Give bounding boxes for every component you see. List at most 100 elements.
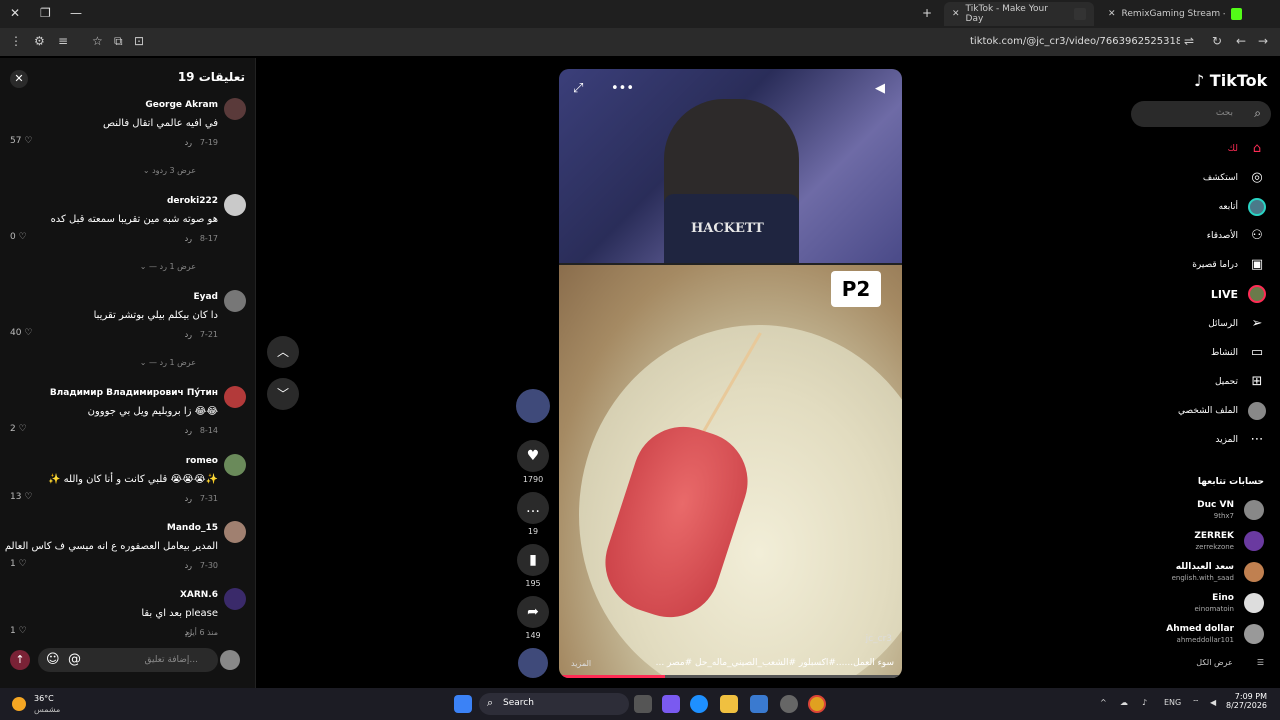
- fullscreen-icon[interactable]: ⤢: [573, 81, 583, 96]
- avatar[interactable]: [224, 454, 246, 476]
- taskbar-search[interactable]: ⌕ Search: [479, 693, 629, 715]
- heart-icon[interactable]: ♡: [24, 492, 32, 502]
- comment-user[interactable]: Eyad: [193, 292, 218, 302]
- previous-video-button[interactable]: ︿: [267, 336, 299, 368]
- sidebar-item-friends[interactable]: الأصدقاء ⚇: [1207, 225, 1266, 247]
- avatar[interactable]: [224, 588, 246, 610]
- copilot-icon[interactable]: [662, 695, 680, 713]
- comment-user[interactable]: romeo: [186, 456, 218, 466]
- close-comments-button[interactable]: ✕: [10, 70, 28, 88]
- tab-close-icon[interactable]: ✕: [952, 9, 960, 19]
- sidebar-item-live[interactable]: LIVE: [1211, 283, 1266, 305]
- bookmark-icon[interactable]: ▮: [517, 544, 549, 576]
- site-settings-icon[interactable]: ⇌: [1184, 34, 1194, 48]
- comment-input[interactable]: ☺ @ إضافة تعليق...: [38, 648, 218, 672]
- next-video-button[interactable]: ﹀: [267, 378, 299, 410]
- comment-bubble-icon[interactable]: …: [517, 492, 549, 524]
- reload-icon[interactable]: ↻: [1212, 34, 1222, 48]
- comment-likes[interactable]: 1 ♡: [10, 626, 27, 636]
- comment-user[interactable]: XARN.6: [180, 590, 218, 600]
- settings-icon[interactable]: ⚙: [34, 34, 45, 48]
- clock[interactable]: 7:09 PM 8/27/2026: [1226, 692, 1267, 710]
- like-button[interactable]: ♥ 1790: [516, 440, 550, 484]
- reply-button[interactable]: رد: [185, 426, 192, 435]
- store-icon[interactable]: [750, 695, 768, 713]
- comment-user[interactable]: Mando_15: [167, 523, 218, 533]
- progress-bar[interactable]: [559, 675, 902, 678]
- sidebar-item-messages[interactable]: الرسائل ➢: [1208, 313, 1266, 335]
- comment-likes[interactable]: 57 ♡: [10, 136, 32, 146]
- forward-icon[interactable]: →: [1258, 34, 1268, 48]
- minimize-window-icon[interactable]: —: [70, 6, 82, 20]
- following-account[interactable]: سعد العبدالله english.with_saad: [1144, 562, 1264, 586]
- tiktok-logo[interactable]: ♪ TikTok: [1194, 71, 1267, 90]
- following-account[interactable]: Eino einomatoin: [1144, 593, 1264, 617]
- share-button[interactable]: ➦ 149: [516, 596, 550, 640]
- sidebar-item-explore[interactable]: استكشف ◎: [1203, 167, 1266, 189]
- sidebar-item-upload[interactable]: تحميل ⊞: [1215, 371, 1266, 393]
- send-comment-button[interactable]: ↑: [10, 650, 30, 670]
- close-window-icon[interactable]: ✕: [10, 6, 20, 20]
- comment-user[interactable]: Владимир Владимирович Пу́тин: [50, 388, 218, 398]
- install-icon[interactable]: ⊡: [134, 34, 144, 48]
- sidebar-item-profile[interactable]: الملف الشخصي: [1178, 400, 1266, 422]
- wifi-icon[interactable]: ⌔: [1192, 698, 1200, 708]
- following-account[interactable]: Duc VN 9thx7: [1144, 500, 1264, 524]
- sidebar-item-more[interactable]: المزيد ⋯: [1215, 429, 1266, 451]
- comment-likes[interactable]: 0 ♡: [10, 232, 27, 242]
- save-button[interactable]: ▮ 195: [516, 544, 550, 588]
- avatar[interactable]: [224, 98, 246, 120]
- music-disc-avatar[interactable]: [518, 648, 548, 678]
- caption-more-button[interactable]: المزيد: [571, 659, 591, 668]
- heart-icon[interactable]: ♡: [24, 328, 32, 338]
- url-field[interactable]: tiktok.com/@jc_cr3/video/766396252531835…: [970, 36, 1180, 47]
- tray-app-icon[interactable]: ☁: [1120, 698, 1128, 707]
- video-player[interactable]: HACKETT ⤢ ••• ◀ P2 jc_cr3 سوء العمل.....…: [559, 69, 902, 678]
- back-icon[interactable]: ←: [1236, 34, 1246, 48]
- new-tab-icon[interactable]: +: [922, 6, 932, 20]
- heart-icon[interactable]: ♡: [19, 559, 27, 569]
- language-indicator[interactable]: ENG: [1164, 698, 1181, 707]
- volume-icon[interactable]: ◀: [1210, 698, 1216, 707]
- tab-close-icon[interactable]: ✕: [1108, 9, 1116, 19]
- view-replies-button[interactable]: ⌄ — عرض 1 رد: [140, 262, 196, 271]
- reply-button[interactable]: رد: [185, 628, 192, 637]
- file-explorer-icon[interactable]: [720, 695, 738, 713]
- steam-icon[interactable]: [780, 695, 798, 713]
- emoji-icon[interactable]: ☺: [46, 652, 60, 667]
- following-account[interactable]: ZERREK zerrekzone: [1144, 531, 1264, 555]
- edge-icon[interactable]: [690, 695, 708, 713]
- heart-icon[interactable]: ♥: [517, 440, 549, 472]
- reply-button[interactable]: رد: [185, 494, 192, 503]
- see-all-button[interactable]: عرض الكل ☰: [1196, 658, 1264, 667]
- avatar[interactable]: [224, 194, 246, 216]
- tab-kick[interactable]: ✕ RemixGaming Stream - Kick De: [1100, 2, 1250, 26]
- microphone-icon[interactable]: ♪: [1142, 698, 1147, 707]
- heart-icon[interactable]: ♡: [24, 136, 32, 146]
- reply-button[interactable]: رد: [185, 330, 192, 339]
- search-icon[interactable]: ⌕: [1254, 106, 1261, 121]
- video-handle[interactable]: jc_cr3: [866, 634, 892, 644]
- chrome-icon[interactable]: [808, 695, 826, 713]
- start-icon[interactable]: [454, 695, 472, 713]
- more-options-icon[interactable]: •••: [611, 81, 634, 96]
- comment-likes[interactable]: 40 ♡: [10, 328, 32, 338]
- reply-button[interactable]: رد: [185, 138, 192, 147]
- volume-icon[interactable]: ◀: [875, 81, 885, 96]
- reply-button[interactable]: رد: [185, 234, 192, 243]
- comment-user[interactable]: George Akram: [145, 100, 218, 110]
- share-arrow-icon[interactable]: ➦: [517, 596, 549, 628]
- view-replies-button[interactable]: ⌄ عرض 3 ردود: [143, 166, 196, 175]
- comment-likes[interactable]: 2 ♡: [10, 424, 27, 434]
- heart-icon[interactable]: ♡: [19, 626, 27, 636]
- reader-icon[interactable]: ≡: [58, 34, 68, 48]
- sidebar-item-foryou[interactable]: لك ⌂: [1228, 138, 1266, 160]
- comment-button[interactable]: … 19: [516, 492, 550, 536]
- menu-dots-icon[interactable]: ⋮: [10, 34, 22, 48]
- view-replies-button[interactable]: ⌄ — عرض 1 رد: [140, 358, 196, 367]
- search-input[interactable]: بحث ⌕: [1131, 101, 1271, 127]
- creator-avatar[interactable]: [516, 389, 550, 423]
- avatar[interactable]: [224, 521, 246, 543]
- comment-likes[interactable]: 13 ♡: [10, 492, 32, 502]
- heart-icon[interactable]: ♡: [19, 232, 27, 242]
